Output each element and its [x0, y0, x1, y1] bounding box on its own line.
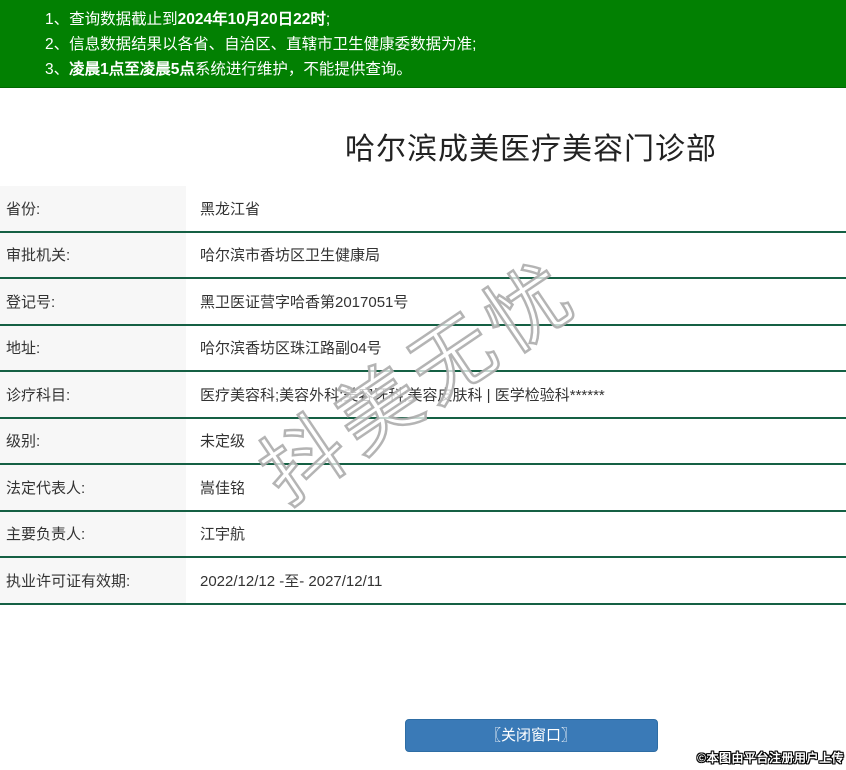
row-label: 级别: [0, 418, 186, 463]
row-label: 执业许可证有效期: [0, 558, 186, 603]
notice-text: 系统进行维护，不能提供查询。 [194, 61, 412, 78]
notice-text: ; [325, 11, 331, 28]
table-row: 执业许可证有效期: 2022/12/12 -至- 2027/12/11 [0, 558, 846, 605]
notice-highlight: 2024年10月20日22时 [177, 11, 326, 28]
table-row: 审批机关: 哈尔滨市香坊区卫生健康局 [0, 232, 846, 279]
table-row: 级别: 未定级 [0, 418, 846, 465]
info-table: 省份: 黑龙江省 审批机关: 哈尔滨市香坊区卫生健康局 登记号: 黑卫医证营字哈香第201… [0, 186, 846, 605]
uploader-credit: ©本图由平台注册用户上传 [697, 751, 844, 765]
row-value: 医疗美容科;美容外科;美容牙科;美容皮肤科 | 医学检验科****** [200, 386, 605, 404]
notice-highlight: 凌晨1点至凌晨5点 [69, 61, 195, 78]
table-row: 诊疗科目: 医疗美容科;美容外科;美容牙科;美容皮肤科 | 医学检验科****** [0, 372, 846, 419]
row-label: 审批机关: [0, 232, 186, 277]
row-label: 登记号: [0, 279, 186, 324]
row-label: 地址: [0, 325, 186, 370]
notice-item: 2、信息数据结果以各省、自治区、直辖市卫生健康委数据为准; [45, 32, 846, 57]
row-value: 嵩佳铭 [200, 479, 246, 497]
row-label: 主要负责人: [0, 511, 186, 556]
notice-text: 1、查询数据截止到 [45, 11, 178, 28]
row-value: 哈尔滨市香坊区卫生健康局 [200, 247, 381, 265]
row-label: 省份: [0, 186, 186, 231]
table-row: 地址: 哈尔滨香坊区珠江路副04号 [0, 325, 846, 372]
table-row: 登记号: 黑卫医证营字哈香第2017051号 [0, 279, 846, 326]
table-row: 省份: 黑龙江省 [0, 186, 846, 233]
row-value: 黑龙江省 [200, 200, 261, 218]
close-window-button[interactable]: 〖关闭窗口〗 [404, 718, 658, 752]
notice-bar: 1、查询数据截止到2024年10月20日22时; 2、信息数据结果以各省、自治区、… [0, 0, 846, 88]
page-container: 1、查询数据截止到2024年10月20日22时; 2、信息数据结果以各省、自治区、… [0, 0, 846, 752]
notice-text: 3、 [45, 61, 70, 78]
row-value: 未定级 [200, 433, 246, 451]
notice-list: 1、查询数据截止到2024年10月20日22时; 2、信息数据结果以各省、自治区、… [45, 7, 846, 82]
row-value: 黑卫医证营字哈香第2017051号 [200, 293, 409, 311]
row-value: 2022/12/12 -至- 2027/12/11 [200, 572, 383, 590]
row-value: 江宇航 [200, 526, 246, 544]
page-title: 哈尔滨成美医疗美容门诊部 [345, 133, 717, 166]
notice-text: 2、信息数据结果以各省、自治区、直辖市卫生健康委数据为准; [45, 36, 477, 53]
notice-item: 3、凌晨1点至凌晨5点系统进行维护，不能提供查询。 [45, 57, 846, 82]
table-row: 法定代表人: 嵩佳铭 [0, 465, 846, 512]
table-row: 主要负责人: 江宇航 [0, 511, 846, 558]
row-label: 诊疗科目: [0, 372, 186, 417]
row-label: 法定代表人: [0, 465, 186, 510]
notice-item: 1、查询数据截止到2024年10月20日22时; [45, 7, 846, 32]
row-value: 哈尔滨香坊区珠江路副04号 [200, 340, 382, 358]
